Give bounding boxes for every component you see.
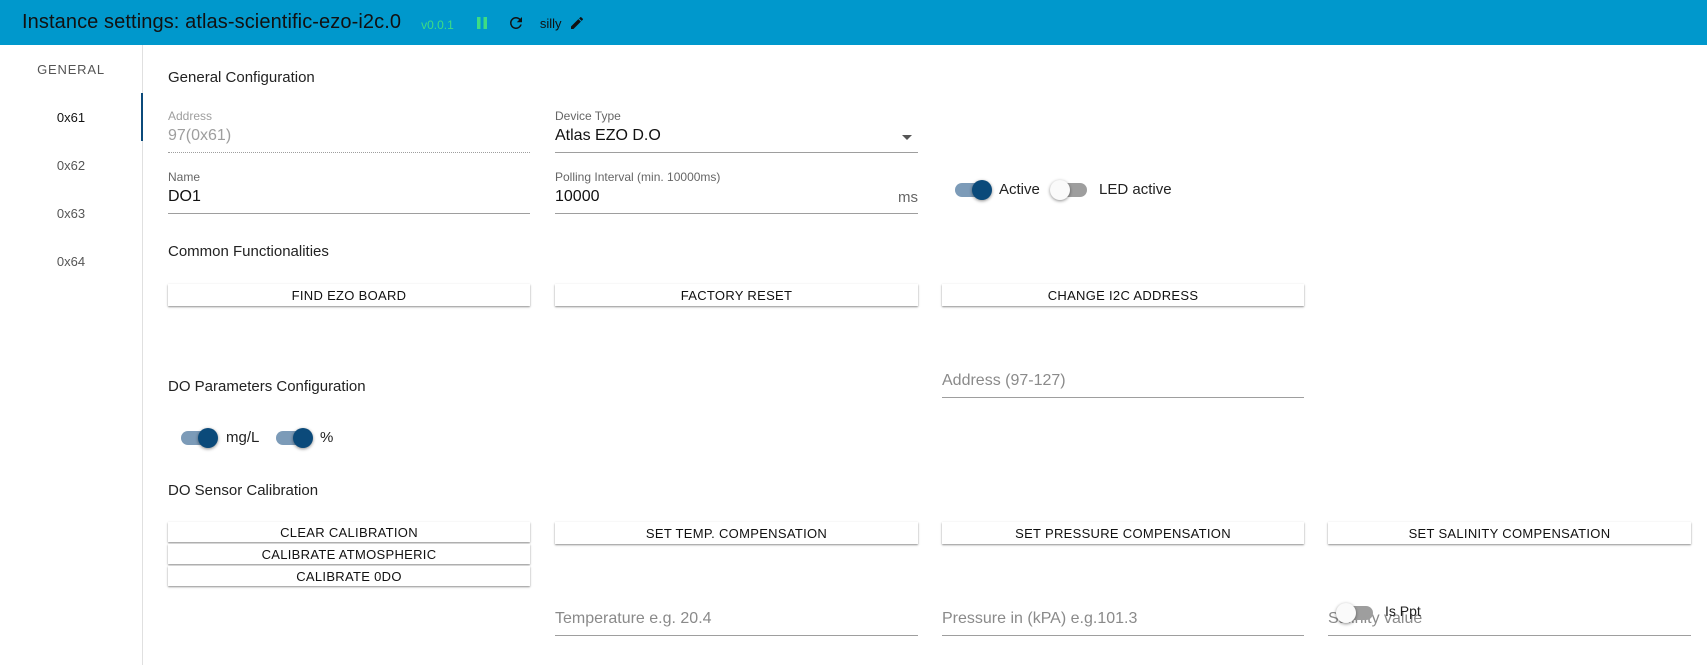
temperature-placeholder: Temperature e.g. 20.4	[555, 610, 712, 627]
find-ezo-board-button[interactable]: FIND EZO BOARD	[168, 284, 530, 306]
set-temp-compensation-button[interactable]: SET TEMP. COMPENSATION	[555, 522, 918, 544]
set-pressure-compensation-button[interactable]: SET PRESSURE COMPENSATION	[942, 522, 1304, 544]
salinity-input[interactable]: Salinity value	[1328, 592, 1691, 636]
factory-reset-button[interactable]: FACTORY RESET	[555, 284, 918, 306]
chevron-down-icon	[902, 135, 912, 140]
section-title-general: General Configuration	[168, 69, 315, 86]
tab-label: GENERAL	[37, 61, 105, 77]
address-label: Address	[168, 109, 213, 123]
refresh-icon[interactable]	[506, 13, 526, 33]
switch-thumb	[1336, 603, 1356, 623]
tab-0x61[interactable]: 0x61	[0, 93, 142, 141]
tab-label: 0x64	[56, 253, 86, 269]
tab-label: 0x61	[56, 109, 86, 125]
pencil-icon[interactable]	[567, 13, 587, 33]
percent-label: %	[320, 429, 334, 446]
polling-interval-unit: ms	[898, 189, 918, 206]
device-type-label: Device Type	[555, 109, 621, 123]
tab-label: 0x63	[56, 205, 86, 221]
pressure-placeholder: Pressure in (kPA) e.g.101.3	[942, 610, 1138, 627]
tab-label: 0x62	[56, 157, 86, 173]
change-i2c-address-button[interactable]: CHANGE I2C ADDRESS	[942, 284, 1304, 306]
is-ppt-label: Is Ppt	[1385, 603, 1421, 619]
name-value: DO1	[168, 188, 201, 205]
pause-icon[interactable]	[472, 13, 492, 33]
switch-thumb	[293, 428, 313, 448]
tab-general[interactable]: GENERAL	[0, 45, 142, 93]
tab-0x64[interactable]: 0x64	[0, 237, 142, 285]
switch-thumb	[198, 428, 218, 448]
pressure-input[interactable]: Pressure in (kPA) e.g.101.3	[942, 592, 1304, 636]
active-label: Active	[999, 181, 1040, 198]
is-ppt-switch[interactable]	[1336, 603, 1376, 623]
set-salinity-compensation-button[interactable]: SET SALINITY COMPENSATION	[1328, 522, 1691, 544]
led-active-switch[interactable]	[1050, 180, 1090, 200]
active-switch[interactable]	[952, 180, 992, 200]
log-level: silly	[539, 16, 562, 31]
page-title: Instance settings: atlas-scientific-ezo-…	[22, 11, 402, 33]
device-type-select[interactable]: Device Type Atlas EZO D.O	[555, 109, 918, 153]
switch-thumb	[1050, 180, 1070, 200]
switch-thumb	[972, 180, 992, 200]
calibrate-atmospheric-button[interactable]: CALIBRATE ATMOSPHERIC	[168, 544, 530, 564]
name-label: Name	[168, 170, 201, 184]
polling-interval-value: 10000	[555, 188, 600, 205]
new-address-placeholder: Address (97-127)	[942, 372, 1066, 389]
version-badge: v0.0.1	[421, 17, 454, 32]
app-bar: Instance settings: atlas-scientific-ezo-…	[0, 0, 1707, 45]
main-content: General Configuration Address 97(0x61) D…	[143, 45, 1707, 665]
polling-interval-label: Polling Interval (min. 10000ms)	[555, 170, 721, 184]
sidebar: GENERAL 0x61 0x62 0x63 0x64	[0, 45, 143, 665]
tab-0x62[interactable]: 0x62	[0, 141, 142, 189]
mgl-label: mg/L	[226, 429, 260, 446]
section-title-common: Common Functionalities	[168, 243, 329, 260]
new-address-input[interactable]: Address (97-127)	[942, 354, 1304, 398]
percent-switch[interactable]	[273, 428, 313, 448]
polling-interval-input[interactable]: Polling Interval (min. 10000ms) 10000 ms	[555, 170, 918, 214]
name-input[interactable]: Name DO1	[168, 170, 530, 214]
temperature-input[interactable]: Temperature e.g. 20.4	[555, 592, 918, 636]
led-active-label: LED active	[1099, 181, 1172, 198]
section-title-calibration: DO Sensor Calibration	[168, 482, 319, 499]
address-value: 97(0x61)	[168, 127, 232, 144]
section-title-do-params: DO Parameters Configuration	[168, 378, 366, 395]
tab-0x63[interactable]: 0x63	[0, 189, 142, 237]
device-type-value: Atlas EZO D.O	[555, 127, 661, 144]
address-field: Address 97(0x61)	[168, 109, 530, 153]
calibrate-0do-button[interactable]: CALIBRATE 0DO	[168, 566, 530, 586]
clear-calibration-button[interactable]: CLEAR CALIBRATION	[168, 522, 530, 542]
mgl-switch[interactable]	[178, 428, 218, 448]
